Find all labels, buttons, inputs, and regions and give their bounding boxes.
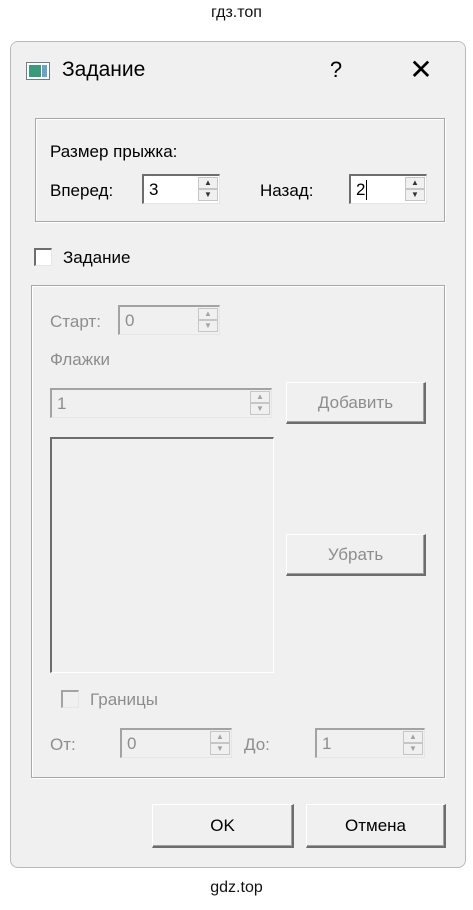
flags-up-icon[interactable]: ▲ bbox=[250, 391, 270, 403]
title-bar: Задание ? ✕ bbox=[11, 42, 465, 98]
text-caret bbox=[366, 180, 367, 200]
flags-label: Флажки bbox=[50, 350, 111, 369]
from-up-icon[interactable]: ▲ bbox=[210, 731, 230, 743]
add-flag-button[interactable]: Добавить bbox=[286, 382, 426, 424]
flags-value[interactable]: 1 bbox=[57, 394, 66, 414]
cancel-button[interactable]: Отмена bbox=[306, 804, 446, 848]
forward-label: Вперед: bbox=[50, 181, 114, 200]
to-spinbox[interactable]: 1 ▲ ▼ bbox=[315, 728, 425, 758]
task-dialog: Задание ? ✕ Размер прыжка: Вперед: 3 ▲ ▼… bbox=[10, 41, 466, 868]
flags-spinbox[interactable]: 1 ▲ ▼ bbox=[50, 388, 272, 418]
back-value[interactable]: 2 bbox=[356, 180, 365, 200]
task-checkbox-label[interactable]: Задание bbox=[63, 248, 130, 268]
start-label: Старт: bbox=[50, 312, 101, 331]
task-checkbox[interactable] bbox=[34, 248, 52, 266]
to-down-icon[interactable]: ▼ bbox=[403, 743, 423, 755]
flags-down-icon[interactable]: ▼ bbox=[250, 403, 270, 415]
bounds-checkbox[interactable] bbox=[61, 690, 79, 708]
back-up-icon[interactable]: ▲ bbox=[405, 177, 425, 189]
from-label: От: bbox=[50, 735, 76, 754]
flags-list[interactable] bbox=[50, 437, 274, 673]
app-icon bbox=[26, 62, 50, 80]
forward-value[interactable]: 3 bbox=[149, 180, 158, 200]
jump-size-group: Размер прыжка: Вперед: 3 ▲ ▼ Назад: 2 ▲ … bbox=[35, 118, 445, 222]
watermark-top: гдз.топ bbox=[211, 4, 262, 21]
dialog-title: Задание bbox=[62, 58, 146, 81]
forward-down-icon[interactable]: ▼ bbox=[198, 189, 218, 201]
ok-button[interactable]: OK bbox=[152, 804, 294, 848]
from-value[interactable]: 0 bbox=[127, 734, 136, 754]
from-down-icon[interactable]: ▼ bbox=[210, 743, 230, 755]
back-down-icon[interactable]: ▼ bbox=[405, 189, 425, 201]
start-up-icon[interactable]: ▲ bbox=[198, 308, 218, 320]
start-value[interactable]: 0 bbox=[125, 311, 134, 331]
help-button[interactable]: ? bbox=[323, 54, 349, 86]
start-spinbox[interactable]: 0 ▲ ▼ bbox=[118, 305, 220, 335]
back-spinbox[interactable]: 2 ▲ ▼ bbox=[349, 174, 427, 204]
to-up-icon[interactable]: ▲ bbox=[403, 731, 423, 743]
forward-spinbox[interactable]: 3 ▲ ▼ bbox=[142, 174, 220, 204]
forward-up-icon[interactable]: ▲ bbox=[198, 177, 218, 189]
remove-flag-button[interactable]: Убрать bbox=[286, 534, 426, 576]
from-spinbox[interactable]: 0 ▲ ▼ bbox=[120, 728, 232, 758]
watermark-bottom: gdz.top bbox=[210, 879, 263, 896]
back-label: Назад: bbox=[260, 181, 314, 200]
to-value[interactable]: 1 bbox=[322, 734, 331, 754]
start-down-icon[interactable]: ▼ bbox=[198, 320, 218, 332]
close-button[interactable]: ✕ bbox=[406, 54, 436, 86]
to-label: До: bbox=[244, 735, 270, 754]
task-group: Старт: 0 ▲ ▼ Флажки 1 ▲ ▼ Добавить Убрат… bbox=[31, 285, 445, 778]
jump-size-label: Размер прыжка: bbox=[50, 142, 178, 161]
bounds-checkbox-label[interactable]: Границы bbox=[90, 690, 158, 710]
